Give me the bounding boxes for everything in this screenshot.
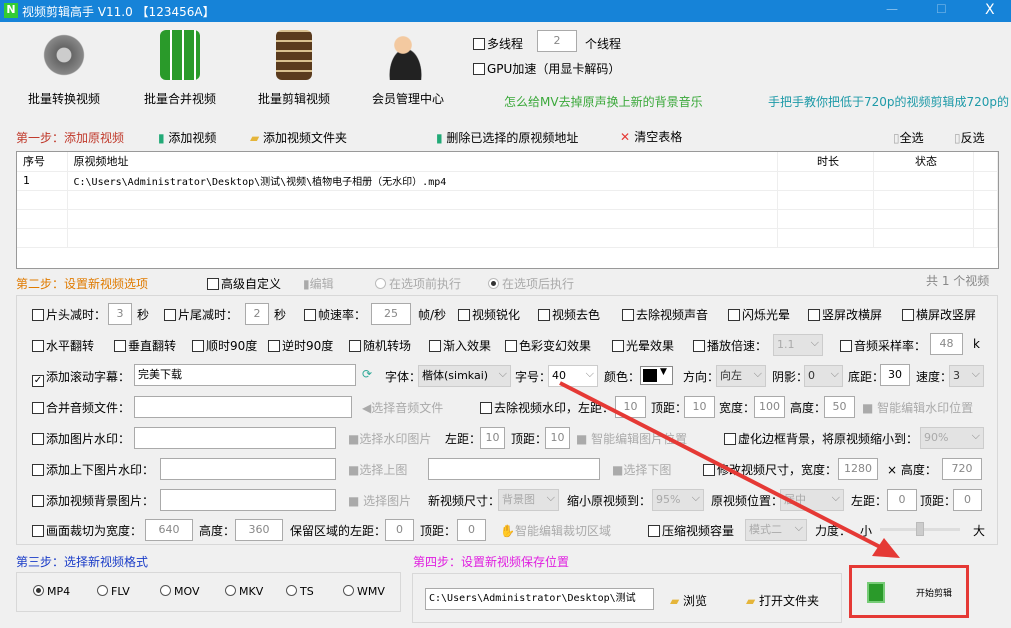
arrow-head	[872, 538, 900, 558]
annotation-arrow	[559, 381, 900, 558]
arrow-shaft	[559, 381, 887, 552]
